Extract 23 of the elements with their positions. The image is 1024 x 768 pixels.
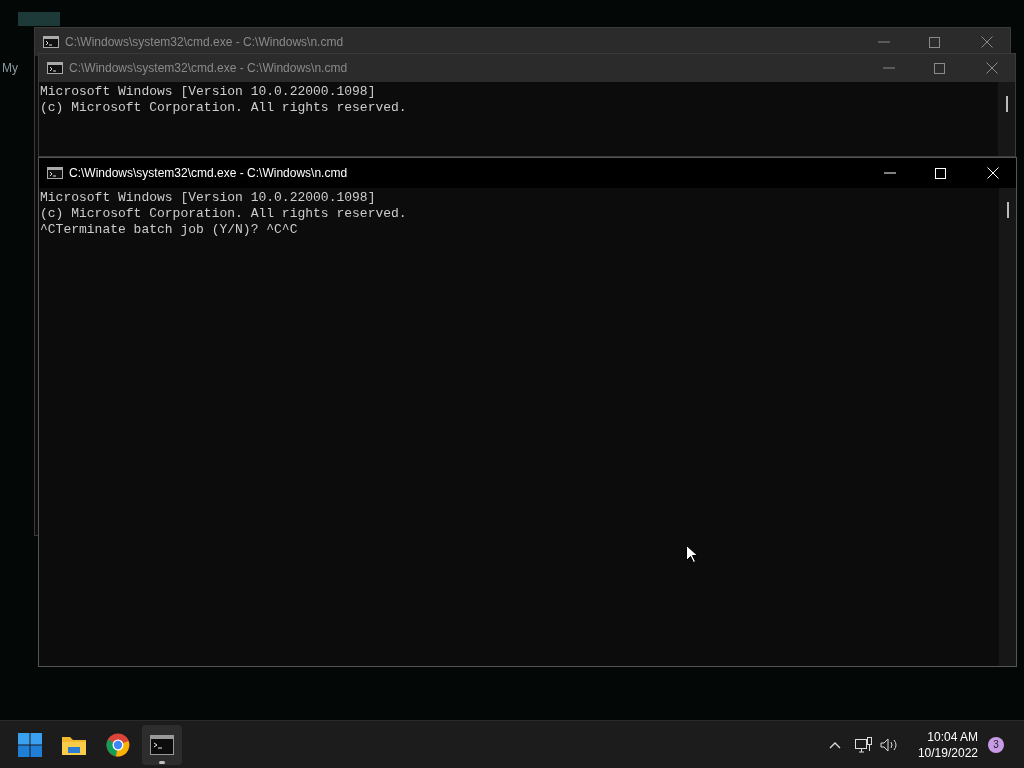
- notification-badge[interactable]: 3: [988, 736, 1004, 753]
- window-title: C:\Windows\system32\cmd.exe - C:\Windows\n.cmd: [65, 34, 344, 51]
- desktop-icon-label: My: [2, 60, 18, 77]
- mouse-pointer-icon: [686, 545, 698, 563]
- console-line: Microsoft Windows [Version 10.0.22000.1098]: [40, 190, 377, 206]
- clock-date[interactable]: 10/19/2022: [917, 744, 978, 761]
- volume-icon[interactable]: [879, 737, 898, 752]
- console-icon: [47, 167, 63, 179]
- windows-logo-icon: [18, 732, 42, 757]
- network-icon[interactable]: [854, 736, 872, 753]
- terminal-icon: [150, 734, 174, 755]
- clock-time[interactable]: 10:04 AM: [927, 728, 978, 745]
- taskbar-button[interactable]: [142, 724, 182, 765]
- browser-icon: [106, 732, 130, 757]
- console-icon: [43, 36, 59, 48]
- console-line: ^CTerminate batch job (Y/N)? ^C^C: [40, 222, 299, 238]
- window-title: C:\Windows\system32\cmd.exe - C:\Windows\n.cmd: [69, 165, 348, 182]
- console-line: Microsoft Windows [Version 10.0.22000.1098]: [40, 84, 377, 100]
- console-icon: [47, 62, 63, 74]
- console-line: (c) Microsoft Corporation. All rights reserved.: [40, 100, 408, 116]
- console-line: (c) Microsoft Corporation. All rights reserved.: [40, 206, 408, 222]
- window-title: C:\Windows\system32\cmd.exe - C:\Windows\n.cmd: [69, 60, 348, 77]
- chevron-up-icon[interactable]: [828, 740, 841, 749]
